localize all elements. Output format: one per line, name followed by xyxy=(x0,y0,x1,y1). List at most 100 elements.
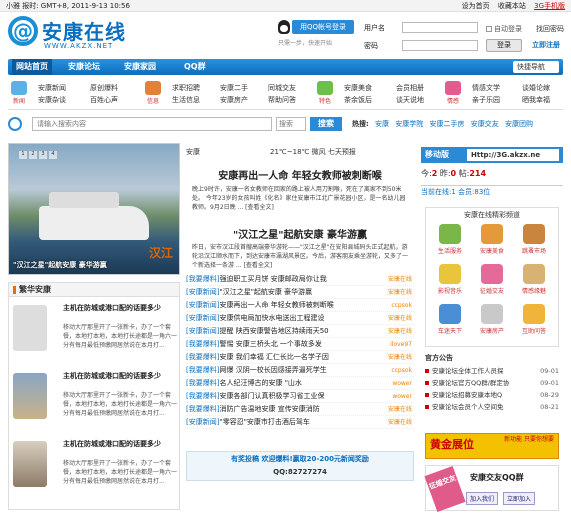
list-item-title[interactable]: 主机在防城或港口配的话要多少 xyxy=(63,303,177,313)
news-title[interactable]: 安康再出一人命 年轻女教师被刺断喉 xyxy=(219,301,333,309)
gold-ad-banner[interactable]: 黄金展位 新功能 只要你想要 xyxy=(425,433,559,459)
bookmark-link[interactable]: 收藏本站 xyxy=(498,2,526,10)
subnav-link[interactable]: 亲子乐园 xyxy=(472,94,500,106)
channel-emotion[interactable]: 情感缘魅 xyxy=(514,264,554,296)
news-title[interactable]: 强迫职工买月饼 安康邮政局你让我 xyxy=(219,275,326,283)
news-row[interactable]: [我要爆料]警惕 安康三桥头北 一个事故多发 ilove97 xyxy=(186,338,414,351)
channel-food[interactable]: 安康美食 xyxy=(472,224,512,256)
news-category[interactable]: [我要爆料] xyxy=(186,392,219,400)
slider-caption[interactable]: "汉江之星"起航安康 豪华游赢 xyxy=(13,260,107,270)
slider-dot[interactable]: 1 xyxy=(19,151,27,159)
channel-dating[interactable]: 征婚交友 xyxy=(472,264,512,296)
news-category[interactable]: [我要爆料] xyxy=(186,340,219,348)
subnav-link[interactable]: 谈天说地 xyxy=(396,94,424,106)
join-now-button[interactable]: 立即加入 xyxy=(502,492,535,505)
subnav-link[interactable]: 安康二手 xyxy=(220,82,248,94)
news-category[interactable]: [我要爆料] xyxy=(186,275,219,283)
news-title[interactable]: 警惕 安康三桥头北 一个事故多发 xyxy=(219,340,321,348)
news-title[interactable]: 消防广告温地安康 宣传安康消防 xyxy=(219,405,319,413)
nav-home[interactable]: 网站首页 xyxy=(12,59,52,75)
subnav-link[interactable]: 安康新闻 xyxy=(38,82,66,94)
subnav-link[interactable]: 求职招聘 xyxy=(172,82,200,94)
news-category[interactable]: [我要爆料] xyxy=(186,379,219,387)
news-row[interactable]: [我要爆料]名人纪汪博古的安康 "山水 wower xyxy=(186,377,414,390)
news-title[interactable]: 提醒 陕西安康警告地区持续雨天50 xyxy=(219,327,328,335)
list-item-title[interactable]: 主机在防城或港口配的话要多少 xyxy=(63,371,177,381)
mobile-url[interactable]: Http://3G.akzx.ne xyxy=(467,149,559,161)
subnav-link[interactable]: 谈婚论嫁 xyxy=(522,82,550,94)
news-category[interactable]: [我要爆料] xyxy=(186,405,219,413)
hot-link[interactable]: 安康二手房 xyxy=(430,120,465,128)
nav-home-garden[interactable]: 安康家园 xyxy=(124,59,156,75)
news-title[interactable]: 安康 我们幸福 汇仁长比一名学子因 xyxy=(219,353,328,361)
news-title[interactable]: 名人纪汪博古的安康 "山水 xyxy=(219,379,301,387)
channel-qa[interactable]: 互助问答 xyxy=(514,304,554,336)
hot-link[interactable]: 安康交友 xyxy=(471,120,499,128)
subnav-link[interactable]: 原创爆料 xyxy=(90,82,118,94)
subnav-link[interactable]: 生活信息 xyxy=(172,94,200,106)
news-category[interactable]: [我要爆料] xyxy=(186,366,219,374)
news-row[interactable]: [安康新闻]"汉江之星"起航安康 豪华游赢 安康在线 xyxy=(186,286,414,299)
notice-row[interactable]: 安康论坛官方QQ群/群定协 09-01 xyxy=(425,377,559,389)
subnav-link[interactable]: 安康房产 xyxy=(220,94,248,106)
news-title[interactable]: "零容忍"安康市打击酒后驾车 xyxy=(219,418,309,426)
news-category[interactable]: [安康新闻] xyxy=(186,327,219,335)
news-row[interactable]: [我要爆料]强迫职工买月饼 安康邮政局你让我 安康在线 xyxy=(186,273,414,286)
subnav-link[interactable]: 情感文学 xyxy=(472,82,500,94)
password-input[interactable] xyxy=(402,40,478,51)
news-row[interactable]: [安康新闻]提醒 陕西安康警告地区持续雨天50 安康在线 xyxy=(186,325,414,338)
news-title[interactable]: 安康各部门认真积极学习省工业保 xyxy=(219,392,324,400)
notice-row[interactable]: 安康论坛招募安康本地Q 08-29 xyxy=(425,389,559,401)
username-input[interactable] xyxy=(402,22,478,33)
news-category[interactable]: [安康新闻] xyxy=(186,301,219,309)
search-input[interactable] xyxy=(32,117,272,131)
nav-qq-group[interactable]: QQ群 xyxy=(184,59,206,75)
contribute-text[interactable]: 有奖投稿 欢迎爆料!赢取20-200元新闻奖励 xyxy=(187,452,413,466)
news-row[interactable]: [安康新闻]安康供电局加快水电送出工程建设 安康在线 xyxy=(186,312,414,325)
list-item[interactable]: 主机在防城或港口配的话要多少 移动大厅那里开了一张新卡，办了一个套餐，本地打本地… xyxy=(13,437,177,499)
list-item[interactable]: 主机在防城或港口配的话要多少 移动大厅那里开了一张新卡，办了一个套餐，本地打本地… xyxy=(13,301,177,363)
forgot-password-link[interactable]: 找回密码 xyxy=(536,24,564,34)
notice-row[interactable]: 安康论坛全体工作人员探 09-01 xyxy=(425,365,559,377)
news-row[interactable]: [我要爆料]安康 我们幸福 汇仁长比一名学子因 安康在线 xyxy=(186,351,414,364)
news-row[interactable]: [我要爆料]网爆 汉阴一校长因感接弄逼死学生 ccpsok xyxy=(186,364,414,377)
search-type-select[interactable]: 搜索 xyxy=(276,117,306,131)
channel-market[interactable]: 跳蚤市场 xyxy=(514,224,554,256)
join-us-button[interactable]: 加入我们 xyxy=(466,492,499,505)
hot-link[interactable]: 安康 xyxy=(375,120,389,128)
subnav-link[interactable]: 晒我幸福 xyxy=(522,94,550,106)
news-category[interactable]: [安康新闻] xyxy=(186,288,219,296)
news-category[interactable]: [安康新闻] xyxy=(186,314,219,322)
news-title[interactable]: 安康供电局加快水电送出工程建设 xyxy=(219,314,324,322)
notice-title[interactable]: 安康论坛全体工作人员探 xyxy=(432,367,504,375)
photo-slider[interactable]: 1234 汉江 "汉江之星"起航安康 豪华游赢 xyxy=(8,143,180,275)
news-title[interactable]: "汉江之星"起航安康 豪华游赢 xyxy=(219,288,312,296)
headline-2[interactable]: "汉江之星"起航安康 豪华游赢 xyxy=(186,226,414,241)
headline-1[interactable]: 安康再出一人命 年轻女教师被刺断喉 xyxy=(186,167,414,182)
notice-title[interactable]: 安康论坛官方QQ群/群定协 xyxy=(432,379,509,387)
news-row[interactable]: [安康新闻]"零容忍"安康市打击酒后驾车 安康在线 xyxy=(186,416,414,429)
list-item-title[interactable]: 主机在防城或港口配的话要多少 xyxy=(63,439,177,449)
channel-life[interactable]: 生活服务 xyxy=(430,224,470,256)
mobile-version-link[interactable]: 3G手机版 xyxy=(534,2,565,10)
news-row[interactable]: [我要爆料]消防广告温地安康 宣传安康消防 安康在线 xyxy=(186,403,414,416)
subnav-link[interactable]: 会员相册 xyxy=(396,82,424,94)
subnav-link[interactable]: 安康美食 xyxy=(344,82,372,94)
slider-dot[interactable]: 2 xyxy=(29,151,37,159)
hot-link[interactable]: 安康团购 xyxy=(505,120,533,128)
news-row[interactable]: [我要爆料]安康各部门认真积极学习省工业保 wower xyxy=(186,390,414,403)
subnav-link[interactable]: 同城交友 xyxy=(268,82,296,94)
channel-music[interactable]: 影视音乐 xyxy=(430,264,470,296)
channel-house[interactable]: 安康房产 xyxy=(472,304,512,336)
slider-dot[interactable]: 4 xyxy=(49,151,57,159)
mobile-version-bar[interactable]: 移动版 Http://3G.akzx.ne xyxy=(421,147,563,163)
set-homepage-link[interactable]: 设为首页 xyxy=(462,2,490,10)
news-category[interactable]: [我要爆料] xyxy=(186,353,219,361)
qq-login-button[interactable]: 用QQ帐号登录 xyxy=(292,20,354,34)
news-title[interactable]: 网爆 汉阴一校长因感接弄逼死学生 xyxy=(219,366,326,374)
news-category[interactable]: [安康新闻] xyxy=(186,418,219,426)
nav-forum[interactable]: 安康论坛 xyxy=(68,59,100,75)
subnav-link[interactable]: 茶余饭后 xyxy=(344,94,372,106)
notice-row[interactable]: 安康论坛会员个人空间免 08-21 xyxy=(425,401,559,413)
subnav-link[interactable]: 百姓心声 xyxy=(90,94,118,106)
